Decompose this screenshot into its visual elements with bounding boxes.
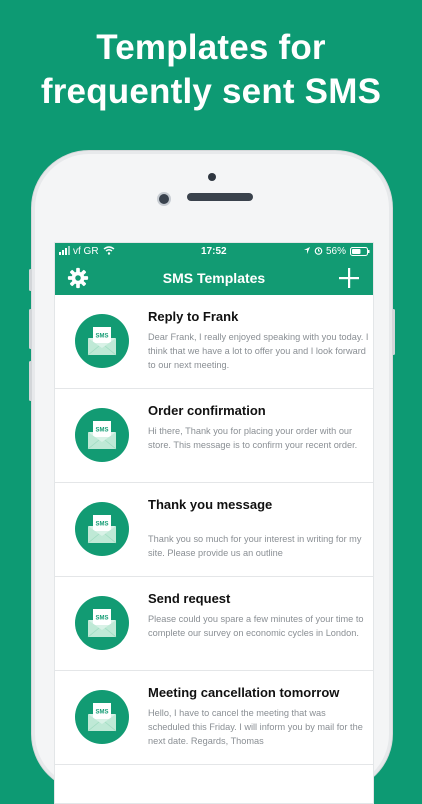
wifi-icon bbox=[103, 246, 115, 258]
template-list: SMS Reply to Frank Dear Frank, I really … bbox=[55, 295, 373, 765]
template-item[interactable]: SMS Order confirmation Hi there, Thank y… bbox=[55, 389, 373, 483]
headline-line-1: Templates for bbox=[96, 28, 326, 67]
sms-badge-label: SMS bbox=[95, 616, 108, 622]
sms-badge-label: SMS bbox=[95, 710, 108, 716]
clock: 17:52 bbox=[201, 246, 227, 257]
template-item[interactable]: SMS Thank you message Thank you so much … bbox=[55, 483, 373, 577]
template-title: Order confirmation bbox=[148, 403, 266, 418]
sms-envelope-icon: SMS bbox=[75, 408, 129, 462]
signal-icon bbox=[59, 246, 73, 258]
phone-frame: vf GR 17:52 56% SMS Templates SMS Reply … bbox=[29, 150, 395, 804]
sms-badge-label: SMS bbox=[95, 334, 108, 340]
nav-bar: SMS Templates bbox=[55, 261, 373, 295]
template-preview: Thank you so much for your interest in w… bbox=[148, 534, 362, 558]
template-preview: Hello, I have to cancel the meeting that… bbox=[148, 708, 363, 746]
status-bar: vf GR 17:52 56% bbox=[55, 243, 373, 261]
template-item[interactable]: SMS Send request Please could you spare … bbox=[55, 577, 373, 671]
template-item[interactable]: SMS Reply to Frank Dear Frank, I really … bbox=[55, 295, 373, 389]
power-button bbox=[392, 309, 395, 355]
carrier-label: vf GR bbox=[73, 246, 99, 257]
promo-headline: Templates for frequently sent SMS bbox=[0, 26, 422, 114]
front-camera bbox=[157, 192, 171, 206]
sms-badge-label: SMS bbox=[95, 428, 108, 434]
location-icon bbox=[303, 246, 311, 258]
template-title: Meeting cancellation tomorrow bbox=[148, 685, 340, 700]
template-preview: Dear Frank, I really enjoyed speaking wi… bbox=[148, 332, 369, 370]
nav-title: SMS Templates bbox=[162, 270, 266, 286]
template-title: Reply to Frank bbox=[148, 309, 239, 324]
template-preview: Hi there, Thank you for placing your ord… bbox=[148, 426, 358, 450]
template-title: Thank you message bbox=[148, 497, 273, 512]
template-item[interactable]: SMS Meeting cancellation tomorrow Hello,… bbox=[55, 671, 373, 765]
sms-envelope-icon: SMS bbox=[75, 502, 129, 556]
earpiece-speaker bbox=[187, 193, 253, 201]
volume-up-button bbox=[29, 309, 32, 349]
mute-switch bbox=[29, 269, 32, 291]
sms-envelope-icon: SMS bbox=[75, 596, 129, 650]
sms-envelope-icon: SMS bbox=[75, 690, 129, 744]
template-preview: Please could you spare a few minutes of … bbox=[148, 614, 364, 638]
template-title: Send request bbox=[148, 591, 231, 606]
alarm-icon bbox=[314, 246, 323, 258]
phone-screen: vf GR 17:52 56% SMS Templates SMS Reply … bbox=[54, 242, 374, 804]
sms-envelope-icon: SMS bbox=[75, 314, 129, 368]
sms-badge-label: SMS bbox=[95, 522, 108, 528]
plus-icon[interactable] bbox=[337, 266, 361, 290]
proximity-sensor bbox=[208, 173, 216, 181]
volume-down-button bbox=[29, 361, 32, 401]
battery-percent: 56% bbox=[326, 246, 347, 257]
battery-icon bbox=[350, 247, 370, 259]
headline-line-2: frequently sent SMS bbox=[40, 72, 382, 111]
